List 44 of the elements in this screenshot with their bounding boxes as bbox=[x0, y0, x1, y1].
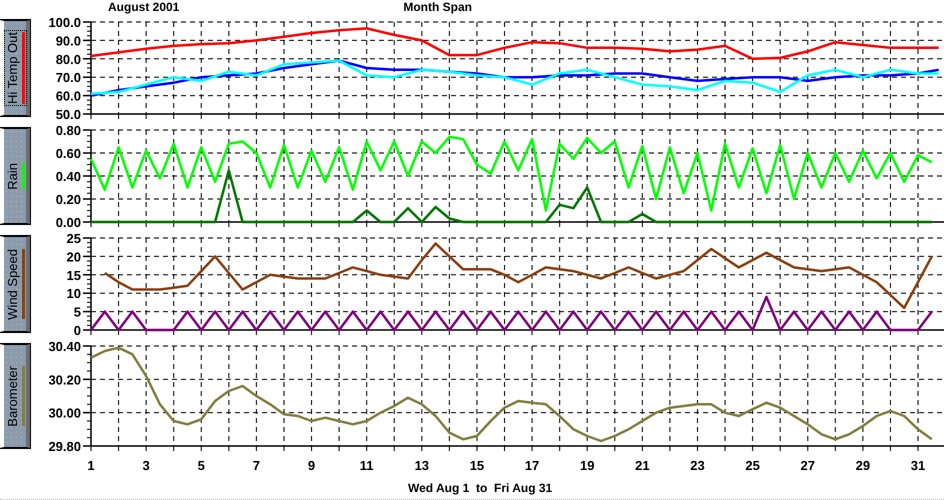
axis-label: 30.40 bbox=[48, 339, 81, 354]
axis-label: 9 bbox=[308, 458, 316, 473]
axis-label: 31 bbox=[910, 458, 926, 473]
axis-label: 80.0 bbox=[56, 52, 81, 67]
chart-title: Month Span bbox=[403, 0, 472, 14]
axis-label: 60.0 bbox=[56, 88, 81, 104]
series-button[interactable]: Rain bbox=[0, 128, 30, 224]
axis-label: 19 bbox=[580, 458, 594, 473]
axis-label: 10 bbox=[66, 286, 81, 302]
axis-label: 50.0 bbox=[56, 107, 81, 122]
axis-label: 3 bbox=[142, 458, 150, 473]
axis-label: 15 bbox=[470, 458, 484, 473]
series-button[interactable]: Hi Temp Out bbox=[0, 20, 30, 116]
axis-label: 100.0 bbox=[48, 15, 81, 30]
axis-label: 21 bbox=[635, 458, 650, 473]
axis-label: 13 bbox=[414, 458, 430, 473]
axis-label: 29.80 bbox=[48, 439, 81, 454]
axis-label: 90.0 bbox=[56, 33, 81, 48]
axis-label: 20 bbox=[66, 249, 81, 264]
axis-label: 15 bbox=[66, 268, 81, 283]
series-button[interactable]: Wind Speed bbox=[0, 236, 30, 332]
axis-label: 30.00 bbox=[48, 406, 81, 421]
axis-label: 25 bbox=[745, 458, 760, 473]
axis-label: 0.60 bbox=[56, 146, 81, 161]
axis-label: 0.40 bbox=[56, 169, 81, 184]
axis-label: 5 bbox=[198, 458, 205, 473]
axis-label: 0.20 bbox=[56, 192, 81, 207]
axis-label: 11 bbox=[360, 458, 374, 473]
axis-label: 30.20 bbox=[48, 372, 81, 388]
axis-label: 0.00 bbox=[56, 215, 81, 230]
axis-label: 5 bbox=[74, 304, 81, 320]
axis-label: 70.0 bbox=[56, 70, 81, 86]
axis-label: 27 bbox=[800, 458, 815, 473]
date-range: Wed Aug 1 to Fri Aug 31 bbox=[408, 480, 552, 494]
axis-label: 23 bbox=[690, 458, 705, 473]
axis-label: 7 bbox=[252, 458, 260, 473]
axis-label: 0 bbox=[74, 323, 81, 338]
chart-title: August 2001 bbox=[108, 0, 180, 14]
axis-label: 25 bbox=[66, 231, 81, 246]
axis-label: 1 bbox=[87, 458, 95, 473]
axis-label: 0.80 bbox=[56, 123, 81, 138]
axis-label: 29 bbox=[856, 458, 870, 473]
series-button[interactable]: Barometer bbox=[0, 344, 30, 448]
axis-label: 17 bbox=[524, 458, 540, 473]
